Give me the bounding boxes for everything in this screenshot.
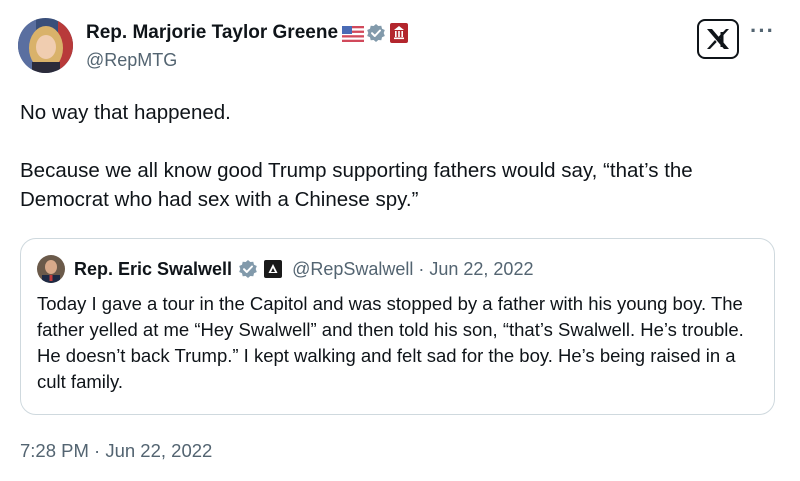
more-options-button[interactable]: ··· (750, 20, 775, 42)
government-label-icon (264, 259, 284, 279)
quoted-author-handle-date: @RepSwalwell · Jun 22, 2022 (292, 258, 534, 279)
tweet-timestamp[interactable]: 7:28 PM · Jun 22, 2022 (20, 440, 212, 462)
tweet-card: Rep. Marjorie Taylor Greene @RepMTG ··· … (0, 0, 800, 481)
quoted-tweet-header: Rep. Eric Swalwell @RepSwalwell · Jun 22… (37, 255, 533, 283)
verified-gray-icon[interactable] (366, 23, 386, 43)
author-display-name[interactable]: Rep. Marjorie Taylor Greene (86, 22, 338, 44)
quoted-tweet-text: Today I gave a tour in the Capitol and w… (37, 293, 744, 392)
tweet-text: No way that happened. Because we all kno… (20, 101, 693, 211)
quoted-author-avatar (37, 255, 65, 283)
author-handle[interactable]: @RepMTG (86, 50, 410, 71)
quoted-tweet[interactable]: Rep. Eric Swalwell @RepSwalwell · Jun 22… (20, 238, 775, 415)
author-avatar[interactable] (18, 18, 73, 73)
quoted-author-display-name: Rep. Eric Swalwell (74, 258, 233, 279)
author-header: Rep. Marjorie Taylor Greene @RepMTG (86, 20, 410, 71)
us-flag-icon (342, 23, 365, 43)
government-label-icon[interactable] (390, 23, 410, 43)
x-logo-button[interactable] (697, 19, 739, 59)
x-logo-icon (707, 29, 729, 49)
verified-gray-icon (238, 259, 258, 279)
